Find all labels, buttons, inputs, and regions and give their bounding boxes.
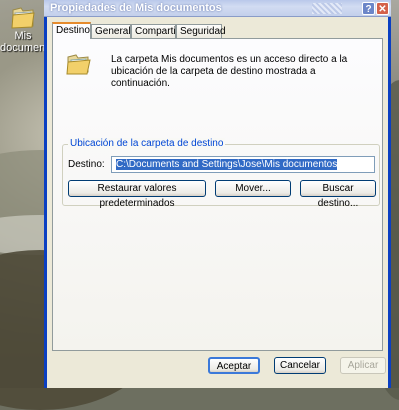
help-button[interactable]: ? [362, 2, 375, 15]
dialog-client-area: Destino General Compartir Seguridad La c… [47, 17, 388, 388]
info-text: La carpeta Mis documentos es un acceso d… [111, 54, 348, 89]
my-documents-icon [11, 7, 35, 29]
apply-button[interactable]: Aplicar [340, 357, 386, 374]
desktop-icon-label: Mis documentos [0, 30, 60, 54]
destino-label: Destino: [68, 159, 105, 170]
find-target-button[interactable]: Buscar destino... [300, 180, 376, 209]
folder-icon [66, 54, 91, 75]
group-title: Ubicación de la carpeta de destino [68, 138, 226, 149]
move-button[interactable]: Mover... [215, 180, 291, 197]
tab-panel-destino: La carpeta Mis documentos es un acceso d… [52, 38, 383, 351]
destination-group-box: Ubicación de la carpeta de destino Desti… [62, 138, 380, 209]
tab-destino[interactable]: Destino [52, 22, 91, 39]
ok-button[interactable]: Aceptar [208, 357, 260, 374]
destino-value: C:\Documents and Settings\Jose\Mis docum… [116, 159, 338, 170]
destino-input[interactable]: C:\Documents and Settings\Jose\Mis docum… [111, 156, 375, 173]
properties-window: Propiedades de Mis documentos ? ✕ Destin… [44, 0, 391, 388]
window-title: Propiedades de Mis documentos [50, 2, 222, 14]
tab-compartir[interactable]: Compartir [131, 24, 179, 38]
restore-defaults-button[interactable]: Restaurar valores predeterminados [68, 180, 206, 209]
tab-seguridad[interactable]: Seguridad [176, 24, 226, 38]
tab-general[interactable]: General [91, 24, 131, 38]
title-bar[interactable]: Propiedades de Mis documentos ? ✕ [44, 0, 391, 17]
desktop-icon-mis-documentos[interactable]: Mis documentos [0, 4, 60, 54]
title-bar-pattern [312, 3, 342, 14]
cancel-button[interactable]: Cancelar [274, 357, 326, 374]
close-button[interactable]: ✕ [376, 2, 389, 15]
